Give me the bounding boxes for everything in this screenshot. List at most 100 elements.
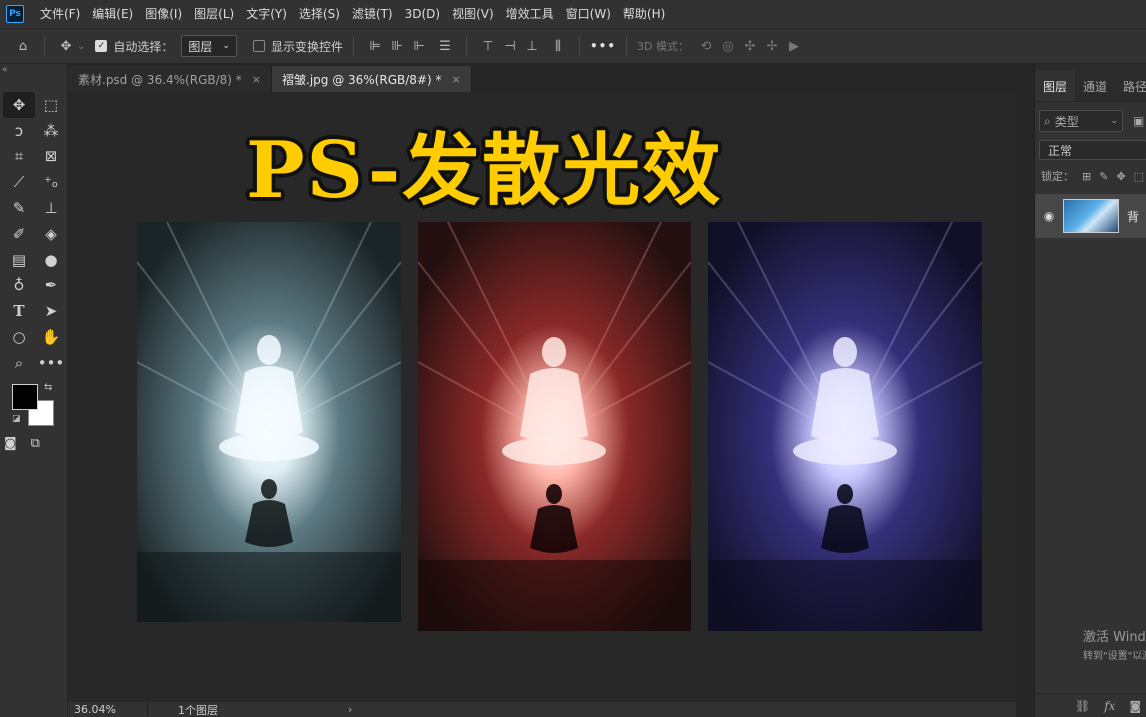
roll-3d-icon[interactable]: ◎ (717, 35, 739, 57)
auto-select-dropdown[interactable]: 图层 ⌄ (181, 35, 237, 57)
zoom-level[interactable]: 36.04% (68, 703, 148, 716)
image-filter-icon[interactable]: ▣ (1133, 114, 1144, 128)
menu-help[interactable]: 帮助(H) (617, 0, 671, 28)
artwork-image (708, 222, 982, 631)
eraser-icon[interactable]: ◈ (35, 221, 67, 247)
ellipse-icon[interactable]: ○ (3, 324, 35, 350)
menu-plugins[interactable]: 增效工具 (500, 0, 560, 28)
video-camera-icon[interactable]: ▶ (783, 35, 805, 57)
quick-mask-icon[interactable]: ◙ (4, 436, 17, 451)
distribute-vertical-icon[interactable]: ⫼ (547, 35, 569, 57)
menu-file[interactable]: 文件(F) (34, 0, 86, 28)
align-center-icon[interactable]: ⊪ (386, 35, 408, 57)
chevron-down-icon[interactable]: ⌄ (77, 41, 85, 52)
tab-channels[interactable]: 通道 (1075, 71, 1115, 101)
blend-mode-dropdown[interactable]: 正常 (1039, 140, 1146, 160)
eyedropper-icon[interactable]: ⟋ (3, 169, 35, 195)
artwork-image (137, 222, 401, 622)
layer-filter-dropdown[interactable]: ⌕ 类型 ⌄ (1039, 110, 1123, 132)
lock-position-icon[interactable]: ✥ (1116, 170, 1125, 183)
close-icon[interactable]: × (252, 73, 261, 86)
menu-window[interactable]: 窗口(W) (560, 0, 617, 28)
screen-mode-icon[interactable]: ⧉ (31, 436, 40, 451)
close-icon[interactable]: × (451, 73, 460, 86)
clone-stamp-icon[interactable]: ⊥ (35, 195, 67, 221)
history-brush-icon[interactable]: ✐ (3, 221, 35, 247)
divider (352, 36, 354, 56)
menu-image[interactable]: 图像(I) (139, 0, 188, 28)
gradient-icon[interactable]: ▤ (3, 247, 35, 273)
watermark-line-1: 激活 Wind (1083, 630, 1146, 645)
canvas-area[interactable]: PS-发散光效 (68, 92, 1016, 702)
link-icon[interactable]: ⛓ (1075, 699, 1090, 713)
tool-grid: ✥ ⬚ ↄ ⁂ ⌗ ⊠ ⟋ ⁺ₒ ✎ ⊥ ✐ ◈ ▤ ● ♁ ✒ T ➤ ○ ✋… (0, 76, 67, 376)
show-transform-option[interactable]: 显示变换控件 (252, 38, 343, 55)
menu-select[interactable]: 选择(S) (293, 0, 346, 28)
align-right-icon[interactable]: ⊩ (408, 35, 430, 57)
rectangular-marquee-icon[interactable]: ⬚ (35, 92, 67, 118)
tab-layers[interactable]: 图层 (1035, 71, 1076, 101)
blend-mode-value: 正常 (1048, 143, 1073, 158)
auto-select-checkbox[interactable]: ✓ (95, 40, 108, 52)
crop-icon[interactable]: ⌗ (3, 144, 35, 170)
canvas-headline: PS-发散光效 (246, 125, 723, 216)
magic-wand-icon[interactable]: ⁂ (35, 118, 67, 144)
layers-panel: 图层 通道 路径 ⌕ 类型 ⌄ ▣ 正常 锁定： ⊞ ✎ ✥ ⬚ ◉ 背 激活 … (1034, 64, 1146, 717)
menu-type[interactable]: 文字(Y) (240, 0, 293, 28)
move-tool-icon[interactable]: ✥ (3, 92, 35, 118)
tab-document-2[interactable]: 褶皱.jpg @ 36%(RGB/8#) * × (272, 66, 472, 92)
move-tool-icon[interactable]: ✥ (55, 35, 77, 57)
pan-3d-icon[interactable]: ✣ (739, 35, 761, 57)
menu-filter[interactable]: 滤镜(T) (346, 0, 399, 28)
document-info: 1个图层 (178, 703, 218, 717)
menu-view[interactable]: 视图(V) (446, 0, 500, 28)
lock-image-icon[interactable]: ✎ (1099, 170, 1108, 183)
more-tools-icon[interactable]: ••• (35, 350, 67, 376)
foreground-color-swatch[interactable] (12, 384, 38, 410)
swap-colors-icon[interactable]: ⇆ (44, 382, 52, 393)
3d-mode-label: 3D 模式： (637, 40, 689, 53)
eye-icon[interactable]: ◉ (1035, 209, 1063, 223)
pen-icon[interactable]: ✒ (35, 273, 67, 299)
type-tool-icon[interactable]: T (3, 298, 35, 324)
orbit-3d-icon[interactable]: ⟲ (695, 35, 717, 57)
more-options-icon[interactable]: ••• (590, 39, 616, 53)
layer-row[interactable]: ◉ 背 (1035, 194, 1146, 238)
tab-document-1[interactable]: 素材.psd @ 36.4%(RGB/8) * × (68, 66, 272, 92)
lasso-icon[interactable]: ↄ (3, 118, 35, 144)
menu-3d[interactable]: 3D(D) (399, 0, 446, 28)
blur-drop-icon[interactable]: ● (35, 247, 67, 273)
slide-3d-icon[interactable]: ✢ (761, 35, 783, 57)
frame-icon[interactable]: ⊠ (35, 144, 67, 170)
align-left-icon[interactable]: ⊫ (364, 35, 386, 57)
align-middle-icon[interactable]: ⊣ (499, 35, 521, 57)
show-transform-checkbox[interactable] (252, 40, 265, 52)
dodge-icon[interactable]: ♁ (3, 273, 35, 299)
align-top-icon[interactable]: ⊤ (477, 35, 499, 57)
brush-icon[interactable]: ✎ (3, 195, 35, 221)
chevron-right-icon[interactable]: › (348, 703, 352, 716)
auto-select-label: 自动选择： (113, 39, 174, 54)
default-colors-icon[interactable]: ◪ (12, 414, 21, 424)
path-selection-icon[interactable]: ➤ (35, 298, 67, 324)
lock-label: 锁定： (1041, 170, 1074, 183)
auto-select-option[interactable]: ✓ 自动选择： (95, 38, 173, 55)
menu-layer[interactable]: 图层(L) (188, 0, 240, 28)
artwork-image (418, 222, 691, 631)
mask-icon[interactable]: ◙ (1129, 699, 1141, 713)
lock-transparent-icon[interactable]: ⊞ (1082, 170, 1091, 183)
tab-label: 褶皱.jpg @ 36%(RGB/8#) * (282, 72, 442, 87)
lock-artboard-icon[interactable]: ⬚ (1134, 170, 1144, 183)
color-swatches[interactable]: ⇆ ◪ (12, 382, 56, 428)
hand-icon[interactable]: ✋ (35, 324, 67, 350)
fx-icon[interactable]: fx (1104, 699, 1115, 713)
distribute-horizontal-icon[interactable]: ☰ (434, 35, 456, 57)
menu-edit[interactable]: 编辑(E) (86, 0, 139, 28)
tab-paths[interactable]: 路径 (1115, 71, 1146, 101)
home-icon[interactable]: ⌂ (12, 35, 34, 57)
red-eye-icon[interactable]: ⁺ₒ (35, 169, 67, 195)
zoom-icon[interactable]: ⌕ (3, 350, 35, 376)
align-bottom-icon[interactable]: ⊥ (521, 35, 543, 57)
dock-gutter (1016, 64, 1034, 717)
collapse-panel-icon[interactable]: « (0, 64, 67, 76)
